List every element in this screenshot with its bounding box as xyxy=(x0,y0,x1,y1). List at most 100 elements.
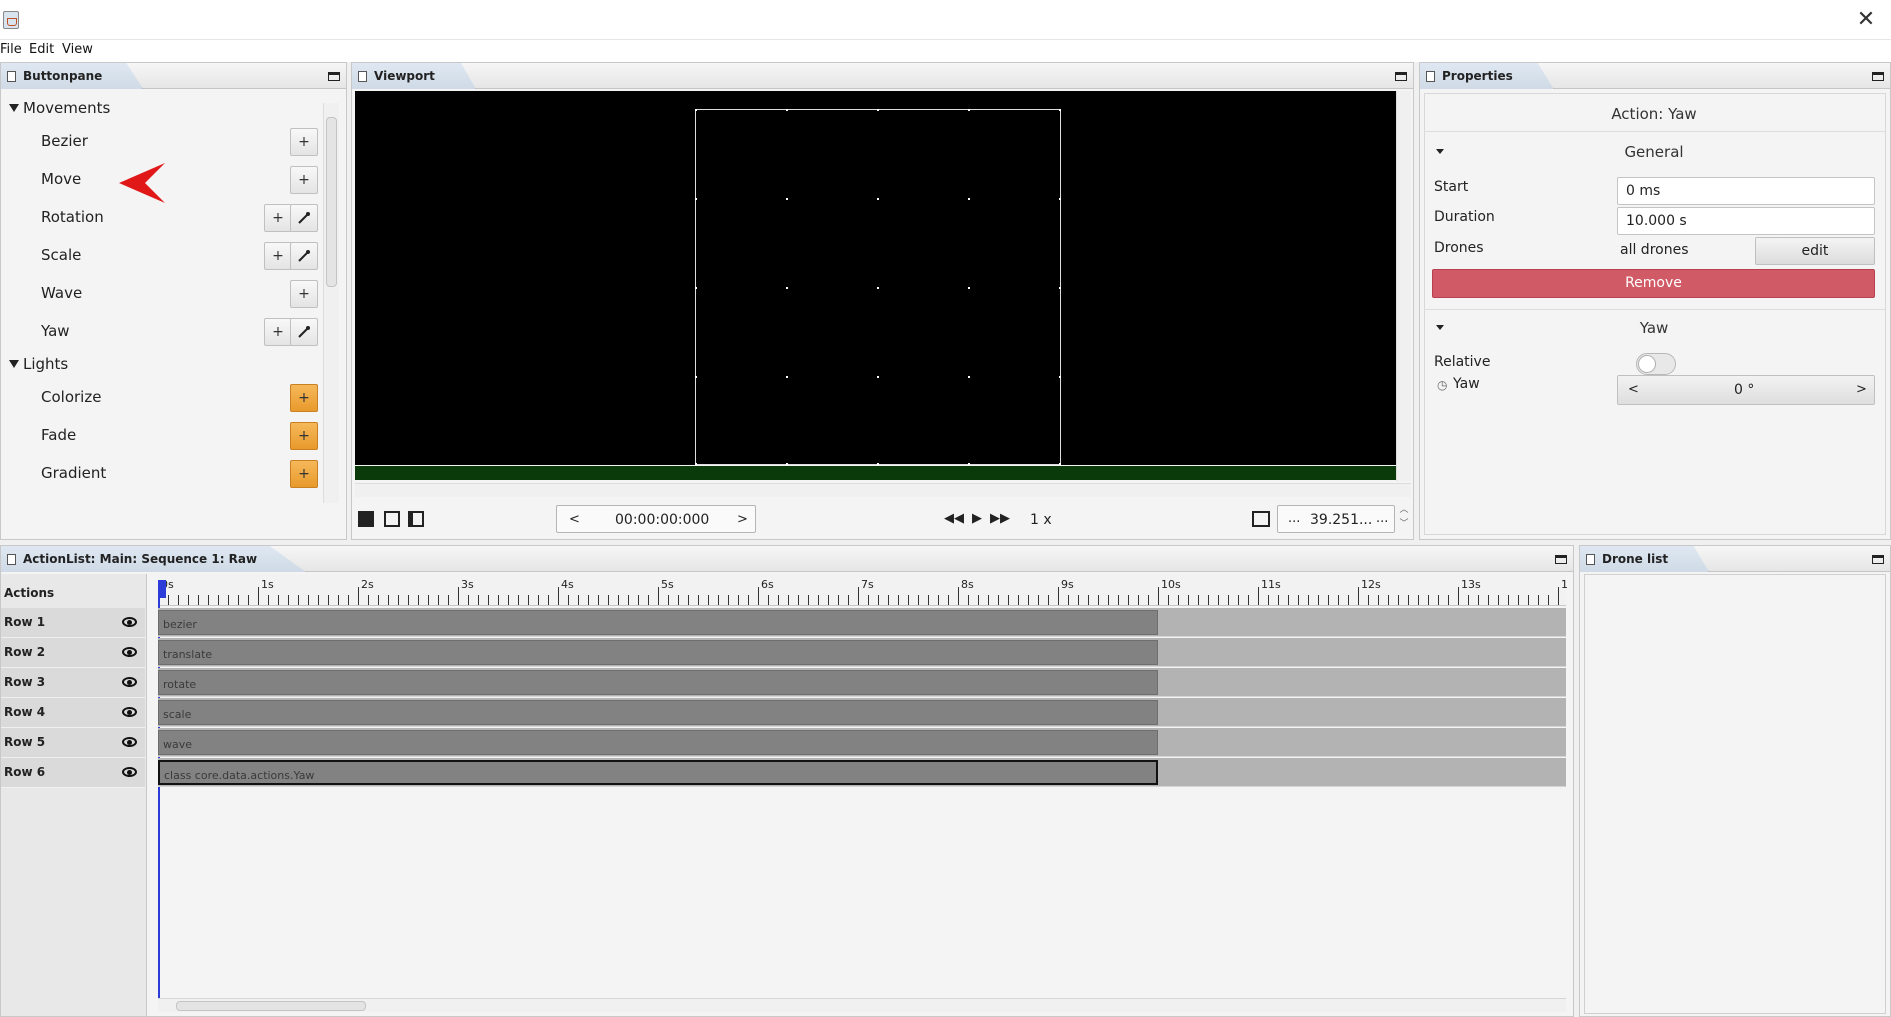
rewind-icon[interactable]: ◀◀ xyxy=(944,511,964,526)
minimize-icon[interactable] xyxy=(328,72,340,81)
row-header[interactable]: Row 1 xyxy=(1,608,145,638)
row-header[interactable]: Row 3 xyxy=(1,668,145,698)
tab-dronelist[interactable]: Drone list xyxy=(1580,546,1710,572)
action-clip[interactable]: rotate xyxy=(158,670,1158,695)
pick-yaw-button[interactable] xyxy=(290,318,318,346)
fast-forward-icon[interactable]: ▶▶ xyxy=(990,511,1010,526)
yaw-increment-button[interactable]: > xyxy=(1856,382,1867,397)
visibility-eye-icon[interactable] xyxy=(122,707,137,717)
keyframe-clock-icon[interactable]: ◷ xyxy=(1437,378,1447,392)
minimize-icon[interactable] xyxy=(1872,72,1884,81)
action-item-gradient: Gradient + xyxy=(1,455,321,493)
view-mode-1-icon[interactable] xyxy=(358,511,374,527)
ruler-tick xyxy=(1158,587,1159,605)
expand-triangle-icon[interactable] xyxy=(9,360,19,368)
menu-file[interactable]: File xyxy=(0,42,22,57)
timecode-field[interactable]: < 00:00:00:000 > xyxy=(556,505,756,533)
toggle-knob xyxy=(1638,355,1656,373)
ruler-tick xyxy=(818,595,819,605)
add-gradient-button[interactable]: + xyxy=(290,460,318,488)
add-rotation-button[interactable]: + xyxy=(264,204,292,232)
playback-speed[interactable]: 1 x xyxy=(1030,512,1052,528)
row-header[interactable]: Row 6 xyxy=(1,758,145,788)
view-mode-2-icon[interactable] xyxy=(384,511,400,527)
edit-drones-button[interactable]: edit xyxy=(1755,237,1875,265)
minimize-icon[interactable] xyxy=(1555,555,1567,564)
visibility-eye-icon[interactable] xyxy=(122,767,137,777)
viewport-vscroll[interactable] xyxy=(1396,91,1411,481)
play-icon[interactable]: ▶ xyxy=(972,511,982,526)
add-fade-button[interactable]: + xyxy=(290,422,318,450)
drone-point xyxy=(877,287,879,289)
action-clip[interactable]: scale xyxy=(158,700,1158,725)
ruler-tick xyxy=(958,587,959,605)
add-move-button[interactable]: + xyxy=(290,166,318,194)
scrollbar-thumb[interactable] xyxy=(176,1001,366,1011)
action-clip[interactable]: class core.data.actions.Yaw xyxy=(158,760,1158,785)
yaw-decrement-button[interactable]: < xyxy=(1628,382,1639,397)
remove-button[interactable]: Remove xyxy=(1432,269,1875,298)
viewport-hscroll[interactable] xyxy=(355,483,1411,497)
ruler-tick xyxy=(1278,595,1279,605)
relative-label: Relative xyxy=(1434,354,1491,370)
action-clip[interactable]: wave xyxy=(158,730,1158,755)
add-colorize-button[interactable]: + xyxy=(290,384,318,412)
ruler-tick xyxy=(1338,595,1339,605)
yaw-spinner[interactable]: < 0 ° > xyxy=(1617,375,1875,405)
ruler-tick xyxy=(838,595,839,605)
playhead[interactable] xyxy=(158,580,166,598)
pick-rotation-button[interactable] xyxy=(290,204,318,232)
duration-input[interactable]: 10.000 s xyxy=(1617,207,1875,235)
minimize-icon[interactable] xyxy=(1872,555,1884,564)
general-heading[interactable]: General xyxy=(1424,143,1884,161)
scrollbar-thumb[interactable] xyxy=(326,117,337,287)
tab-properties[interactable]: Properties xyxy=(1420,63,1554,89)
add-yaw-button[interactable]: + xyxy=(264,318,292,346)
ruler-tick xyxy=(998,595,999,605)
tab-actionlist[interactable]: ActionList: Main: Sequence 1: Raw xyxy=(1,546,307,572)
view-mode-3-icon[interactable] xyxy=(408,511,424,527)
add-wave-button[interactable]: + xyxy=(290,280,318,308)
timeline-hscroll[interactable] xyxy=(158,998,1566,1012)
add-scale-button[interactable]: + xyxy=(264,242,292,270)
ruler-tick xyxy=(938,595,939,605)
ruler-tick xyxy=(348,595,349,605)
visibility-eye-icon[interactable] xyxy=(122,737,137,747)
drone-point xyxy=(1059,198,1061,200)
visibility-eye-icon[interactable] xyxy=(122,617,137,627)
zoom-spinner[interactable]: ︿ ﹀ xyxy=(1398,503,1410,535)
tab-buttonpane[interactable]: Buttonpane xyxy=(1,63,144,89)
row-header[interactable]: Row 5 xyxy=(1,728,145,758)
close-window-button[interactable]: ✕ xyxy=(1851,6,1881,34)
timecode-prev-button[interactable]: < xyxy=(569,512,580,527)
ruler-tick xyxy=(288,595,289,605)
ruler-tick xyxy=(648,595,649,605)
visibility-eye-icon[interactable] xyxy=(122,677,137,687)
visibility-eye-icon[interactable] xyxy=(122,647,137,657)
zoom-prefix: ... xyxy=(1288,511,1301,526)
add-bezier-button[interactable]: + xyxy=(290,128,318,156)
menu-edit[interactable]: Edit xyxy=(29,42,54,57)
3d-stage-canvas[interactable] xyxy=(355,91,1396,465)
row-header[interactable]: Row 4 xyxy=(1,698,145,728)
action-clip[interactable]: translate xyxy=(158,640,1158,665)
action-clip[interactable]: bezier xyxy=(158,610,1158,635)
pick-scale-button[interactable] xyxy=(290,242,318,270)
menu-view[interactable]: View xyxy=(62,42,93,57)
ruler-tick xyxy=(1268,595,1269,605)
buttonpane-scrollbar[interactable] xyxy=(323,103,339,503)
tab-viewport[interactable]: Viewport xyxy=(352,63,476,89)
yaw-heading[interactable]: Yaw xyxy=(1424,319,1884,337)
zoom-field[interactable]: ... 39.251... ... xyxy=(1277,505,1395,533)
zoom-suffix[interactable]: ... xyxy=(1376,511,1388,526)
fit-view-icon[interactable] xyxy=(1252,511,1270,527)
minimize-icon[interactable] xyxy=(1395,72,1407,81)
ruler-tick xyxy=(428,595,429,605)
start-input[interactable]: 0 ms xyxy=(1617,177,1875,205)
start-label: Start xyxy=(1434,179,1469,195)
relative-toggle[interactable] xyxy=(1636,353,1676,375)
expand-triangle-icon[interactable] xyxy=(9,104,19,112)
timecode-next-button[interactable]: > xyxy=(737,512,748,527)
row-header[interactable]: Row 2 xyxy=(1,638,145,668)
time-ruler[interactable]: 0s 1s 2s 3s 4s 5s 6s 7s 8s 9s 10s 11s 12s 13s 1 xyxy=(158,574,1568,606)
